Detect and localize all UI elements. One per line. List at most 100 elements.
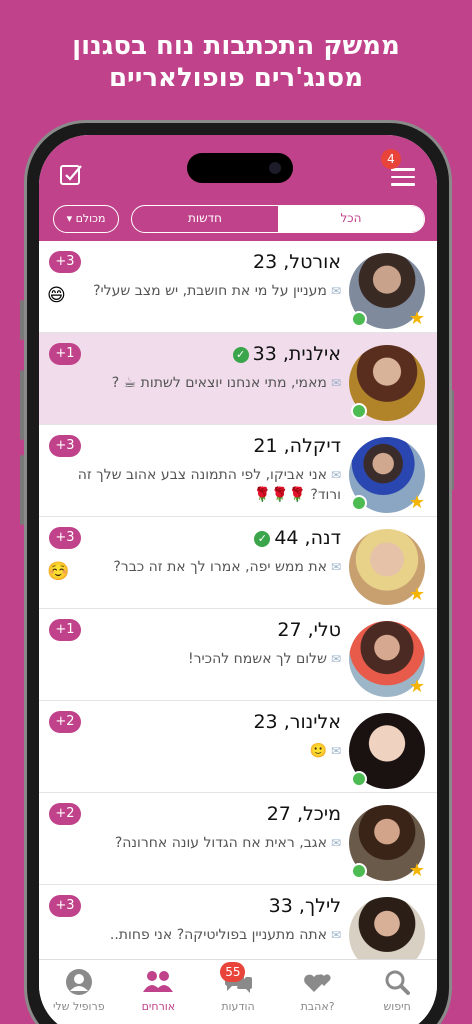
message-text: מעניין על מי את חושבת, יש מצב שעלי? [93,283,327,299]
conversation-row[interactable]: ★ טלי, 27 ✉שלום לך אשמח להכיר! +1 [39,609,437,701]
message-text: אגב, ראית אח הגדול עונה אחרונה? [114,835,327,851]
contact-name: אורטל, 23 [253,251,341,273]
unread-count-badge: +1 [49,619,81,641]
tab-messages[interactable]: הודעות 55 [198,960,278,1024]
envelope-icon: ✉ [330,284,341,298]
messages-badge: 55 [220,962,246,982]
message-preview: ✉אני אביקו, לפי התמונה צבע אהוב שלך זה ו… [71,465,341,505]
unread-count-badge: +3 [49,435,81,457]
star-icon: ★ [408,492,426,513]
envelope-icon: ✉ [330,744,341,758]
contact-name: דיקלה, 21 [253,435,341,457]
tab-guests[interactable]: אורחים [119,960,199,1024]
message-preview: ✉מאמי, מתי אנחנו יוצאים לשתות ☕ ? [71,373,341,393]
message-text: 🙂 [309,743,327,759]
camera-icon [269,162,281,174]
verified-icon: ✓ [232,347,249,363]
tab-label: חיפוש [383,1000,411,1013]
tab-new[interactable]: חדשות [132,206,278,232]
contact-name-text: אלינור, 23 [253,711,341,733]
unread-count-badge: +2 [49,711,81,733]
select-checkbox-icon[interactable] [59,163,83,187]
menu-badge: 4 [381,149,401,169]
search-icon [357,968,437,996]
message-preview: ✉אגב, ראית אח הגדול עונה אחרונה? [71,833,341,853]
app-screen: 4 הכל חדשות מכולם ▾ ★ אורטל, 23 ✉מעניין על… [39,135,437,1024]
verified-icon: ✓ [254,531,271,547]
envelope-icon: ✉ [330,560,341,574]
promo-line-1: ממשק התכתבות נוח בסגנון [72,31,400,61]
reaction-emoji: 😄 [47,285,66,306]
guests-icon [119,968,199,996]
unread-count-badge: +3 [49,527,81,549]
message-text: מאמי, מתי אנחנו יוצאים לשתות ☕ ? [111,375,327,391]
message-preview: ✉מעניין על מי את חושבת, יש מצב שעלי? [71,281,341,301]
message-preview: ✉🙂 [71,741,342,761]
contact-name-text: אילנית, 33 [252,343,341,365]
tab-label: אהבת? [300,1000,335,1013]
message-text: שלום לך אשמח להכיר! [188,651,327,667]
app-header: 4 הכל חדשות מכולם ▾ [39,135,437,241]
conversation-row[interactable]: אלינור, 23 ✉🙂 +2 [39,701,437,793]
envelope-icon: ✉ [330,468,341,482]
tab-hearts[interactable]: אהבת? [278,960,358,1024]
conversation-row[interactable]: ★ מיכל, 27 ✉אגב, ראית אח הגדול עונה אחרונה… [39,793,437,885]
dynamic-island [187,153,293,183]
star-icon: ★ [408,860,426,881]
contact-name-text: דיקלה, 21 [253,435,341,457]
message-filter-tabs: הכל חדשות [131,205,425,233]
envelope-icon: ✉ [330,836,341,850]
contact-name: אלינור, 23 [253,711,341,733]
promo-headline: ממשק התכתבות נוח בסגנון מסנג'רים פופולאר… [0,30,472,94]
unread-count-badge: +3 [49,251,81,273]
bottom-tab-bar: פרופיל שלי אורחים הודעות 55 אהבת? חיפוש [39,959,437,1024]
envelope-icon: ✉ [330,652,341,666]
tab-profile[interactable]: פרופיל שלי [39,960,119,1024]
unread-count-badge: +1 [49,343,81,365]
unread-count-badge: +2 [49,803,81,825]
contact-name-text: לילך, 33 [268,895,341,917]
contact-name: לילך, 33 [269,895,341,917]
star-icon: ★ [408,308,426,329]
tab-label: אורחים [141,1000,176,1013]
from-filter-dropdown[interactable]: מכולם ▾ [53,205,119,233]
online-indicator [351,495,367,511]
conversation-list: ★ אורטל, 23 ✉מעניין על מי את חושבת, יש מצב… [39,241,437,977]
hamburger-menu-icon[interactable]: 4 [381,149,415,187]
tab-label: הודעות [221,1000,255,1013]
conversation-row[interactable]: ★ דיקלה, 21 ✉אני אביקו, לפי התמונה צבע אהו… [39,425,437,517]
unread-count-badge: +3 [49,895,81,917]
message-preview: ✉שלום לך אשמח להכיר! [71,649,341,669]
conversation-row[interactable]: אילנית, 33✓ ✉מאמי, מתי אנחנו יוצאים לשתות… [39,333,437,425]
online-indicator [351,403,367,419]
message-preview: ✉אתה מתעניין בפוליטיקה? אני פחות.. [71,925,341,945]
phone-frame: 4 הכל חדשות מכולם ▾ ★ אורטל, 23 ✉מעניין על… [24,120,452,1024]
star-icon: ★ [408,676,426,697]
online-indicator [351,863,367,879]
contact-name-text: טלי, 27 [277,619,341,641]
tab-all[interactable]: הכל [278,206,424,232]
message-text: אתה מתעניין בפוליטיקה? אני פחות.. [109,927,327,943]
envelope-icon: ✉ [330,928,341,942]
online-indicator [351,771,367,787]
tab-search[interactable]: חיפוש [357,960,437,1024]
conversation-row[interactable]: ★ דנה, 44✓ ✉את ממש יפה, אמרו לך את זה כבר?… [39,517,437,609]
star-icon: ★ [408,584,426,605]
reaction-emoji: ☺️ [47,561,70,582]
contact-name-text: אורטל, 23 [253,251,341,273]
tab-label: פרופיל שלי [52,1000,105,1013]
contact-name-text: מיכל, 27 [266,803,341,825]
hearts-icon [278,968,358,996]
profile-icon [39,968,119,996]
contact-name-text: דנה, 44 [274,527,341,549]
contact-name: דנה, 44✓ [254,527,341,549]
envelope-icon: ✉ [330,376,341,390]
contact-name: אילנית, 33✓ [232,343,341,365]
contact-name: טלי, 27 [277,619,341,641]
message-text: אני אביקו, לפי התמונה צבע אהוב שלך זה ור… [77,467,341,503]
online-indicator [351,311,367,327]
message-text: את ממש יפה, אמרו לך את זה כבר? [113,559,327,575]
message-preview: ✉את ממש יפה, אמרו לך את זה כבר? [71,557,341,577]
promo-line-2: מסנג'רים פופולאריים [108,63,364,93]
conversation-row[interactable]: ★ אורטל, 23 ✉מעניין על מי את חושבת, יש מצב… [39,241,437,333]
